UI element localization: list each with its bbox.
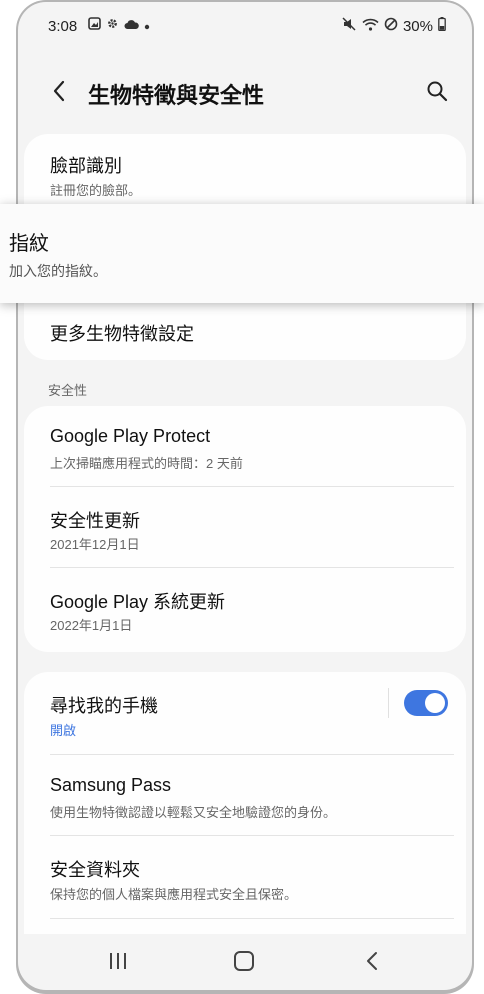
find-my-mobile-status: 開啟 [50,723,77,738]
gallery-icon [88,17,101,35]
find-my-mobile-title: 尋找我的手機 [50,696,158,716]
face-recognition-title: 臉部識別 [50,156,122,176]
security-card: Google Play Protect 上次掃瞄應用程式的時間：2 天前 安全性… [24,406,466,652]
phone-frame: 3:08 30% 生物特徵與安全性 臉部識別 註冊您的臉部。 更多生物特徵設定 … [16,0,474,994]
google-play-system-update-subtitle: 2022年1月1日 [50,618,133,633]
find-my-mobile-item[interactable]: 尋找我的手機 開啟 [24,672,466,752]
google-play-protect-title: Google Play Protect [50,426,211,446]
more-biometrics-title: 更多生物特徵設定 [50,324,194,344]
find-my-mobile-toggle[interactable] [404,690,448,716]
secure-folder-subtitle: 保持您的個人檔案與應用程式安全且保密。 [50,887,298,902]
app-bar: 生物特徵與安全性 [18,62,472,128]
samsung-pass-subtitle: 使用生物特徵認證以輕鬆又安全地驗證您的身份。 [50,805,337,820]
toggle-knob [425,693,445,713]
notification-dot-icon [144,17,150,35]
device-security-card: 尋找我的手機 開啟 Samsung Pass 使用生物特徵認證以輕鬆又安全地驗證… [24,672,466,934]
divider [50,918,454,919]
samsung-pass-title: Samsung Pass [50,775,172,795]
page-title: 生物特徵與安全性 [88,83,265,108]
back-arrow-icon [51,79,67,108]
recent-apps-button[interactable] [98,948,138,978]
status-bar: 3:08 30% [18,2,472,54]
status-time: 3:08 [48,18,78,35]
fingerprint-subtitle: 加入您的指紋。 [9,263,107,279]
google-play-protect-subtitle: 上次掃瞄應用程式的時間：2 天前 [50,456,243,471]
face-recognition-subtitle: 註冊您的臉部。 [50,183,142,198]
screen: 3:08 30% 生物特徵與安全性 臉部識別 註冊您的臉部。 更多生物特徵設定 … [18,2,472,990]
gear-icon [106,17,119,35]
fingerprint-title: 指紋 [9,233,49,255]
security-update-title: 安全性更新 [50,511,140,531]
recent-apps-icon [108,952,128,975]
samsung-pass-item[interactable]: Samsung Pass 使用生物特徵認證以輕鬆又安全地驗證您的身份。 [24,755,466,835]
security-update-subtitle: 2021年12月1日 [50,537,140,552]
back-button[interactable] [44,78,74,108]
secure-folder-title: 安全資料夾 [50,860,140,880]
home-icon [233,950,255,976]
fingerprint-item[interactable]: 指紋 加入您的指紋。 [0,204,484,303]
secure-folder-item[interactable]: 安全資料夾 保持您的個人檔案與應用程式安全且保密。 [24,836,466,918]
do-not-disturb-icon [384,17,398,36]
google-play-protect-item[interactable]: Google Play Protect 上次掃瞄應用程式的時間：2 天前 [24,406,466,486]
google-play-system-update-title: Google Play 系統更新 [50,592,226,612]
search-icon [426,80,448,107]
back-nav-icon [365,951,379,976]
navigation-bar [18,936,472,990]
home-button[interactable] [224,948,264,978]
battery-percent: 30% [402,18,433,35]
security-update-item[interactable]: 安全性更新 2021年12月1日 [24,487,466,567]
search-button[interactable] [422,78,452,108]
google-play-system-update-item[interactable]: Google Play 系統更新 2022年1月1日 [24,568,466,652]
back-nav-button[interactable] [352,948,392,978]
section-header-security: 安全性 [48,383,88,398]
vertical-separator [388,688,389,718]
mute-icon [342,17,357,36]
face-recognition-item[interactable]: 臉部識別 註冊您的臉部。 [24,134,466,204]
battery-icon [438,17,446,36]
cloud-icon [124,17,139,35]
wifi-icon [362,18,379,36]
more-biometrics-item[interactable]: 更多生物特徵設定 [24,304,466,360]
